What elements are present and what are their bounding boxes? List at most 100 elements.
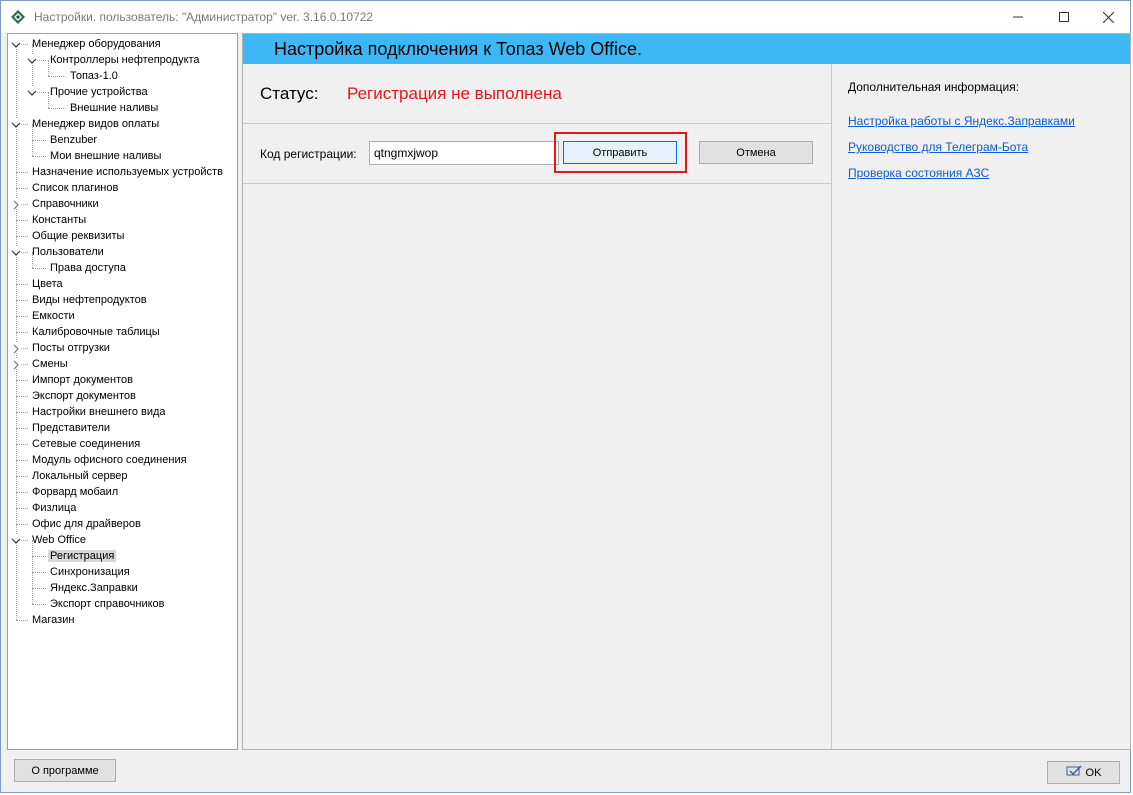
- chevron-right-icon[interactable]: [11, 199, 20, 210]
- link-yandex-settings[interactable]: Настройка работы с Яндекс.Заправками: [848, 114, 1075, 128]
- tree-connector: [48, 76, 66, 77]
- tree-item-label: Экспорт документов: [32, 390, 136, 402]
- settings-tree[interactable]: Менеджер оборудования Контроллеры нефтепр…: [7, 33, 238, 750]
- tree-item-label: Права доступа: [50, 262, 126, 274]
- tree-item-label: Менеджер видов оплаты: [32, 118, 160, 130]
- main-panel: Настройка подключения к Топаз Web Office…: [242, 33, 1131, 750]
- tree-item[interactable]: Емкости: [30, 308, 77, 324]
- chevron-down-icon[interactable]: [27, 87, 37, 96]
- tree-item[interactable]: Константы: [30, 212, 88, 228]
- tree-item[interactable]: Импорт документов: [30, 372, 135, 388]
- tree-item[interactable]: Экспорт документов: [30, 388, 138, 404]
- tree-connector: [16, 444, 28, 445]
- tree-connector: [32, 556, 46, 557]
- tree-item[interactable]: Web Office: [30, 532, 88, 548]
- tree-item-label: Менеджер оборудования: [32, 38, 161, 50]
- tree-item[interactable]: Список плагинов: [30, 180, 120, 196]
- tree-item[interactable]: Виды нефтепродуктов: [30, 292, 149, 308]
- tree-item-label: Синхронизация: [50, 566, 130, 578]
- panel-header-title: Настройка подключения к Топаз Web Office…: [274, 39, 642, 59]
- tree-item-label: Офис для драйверов: [32, 518, 141, 530]
- tree-item[interactable]: Контроллеры нефтепродукта: [48, 52, 202, 68]
- chevron-down-icon[interactable]: [11, 119, 21, 128]
- tree-item-label: Цвета: [32, 278, 63, 290]
- link-telegram-guide[interactable]: Руководство для Телеграм-Бота: [848, 140, 1028, 154]
- tree-connector: [32, 588, 46, 589]
- tree-item[interactable]: Представители: [30, 420, 112, 436]
- registration-panel: Статус: Регистрация не выполнена Код рег…: [243, 64, 832, 749]
- chevron-right-icon[interactable]: [11, 343, 20, 354]
- tree-item[interactable]: Посты отгрузки: [30, 340, 112, 356]
- tree-item[interactable]: Форвард мобаил: [30, 484, 120, 500]
- tree-connector: [16, 508, 28, 509]
- tree-item[interactable]: Регистрация: [48, 548, 117, 564]
- minimize-button[interactable]: [995, 1, 1041, 33]
- tree-item-label: Локальный сервер: [32, 470, 128, 482]
- tree-item-label: Пользователи: [32, 246, 104, 258]
- tree-item[interactable]: Магазин: [30, 612, 76, 628]
- tree-item[interactable]: Внешние наливы: [68, 100, 160, 116]
- tree-item-label: Емкости: [32, 310, 75, 322]
- about-button[interactable]: О программе: [14, 759, 116, 782]
- registration-row: Код регистрации: Отправить Отмена: [243, 124, 831, 184]
- tree-connector: [32, 156, 46, 157]
- tree-item[interactable]: Яндекс.Заправки: [48, 580, 140, 596]
- tree-item[interactable]: Пользователи: [30, 244, 106, 260]
- tree-item[interactable]: Справочники: [30, 196, 101, 212]
- tree-item[interactable]: Сетевые соединения: [30, 436, 142, 452]
- registration-code-input[interactable]: [369, 141, 559, 165]
- tree-item[interactable]: Мои внешние наливы: [48, 148, 163, 164]
- tree-item[interactable]: Физлица: [30, 500, 78, 516]
- registration-code-label: Код регистрации:: [260, 147, 357, 161]
- info-title: Дополнительная информация:: [848, 80, 1020, 94]
- tree-item-label: Физлица: [32, 502, 77, 514]
- tree-item[interactable]: Смены: [30, 356, 70, 372]
- tree-item[interactable]: Прочие устройства: [48, 84, 150, 100]
- tree-item[interactable]: Назначение используемых устройств: [30, 164, 225, 180]
- tree-item[interactable]: Цвета: [30, 276, 65, 292]
- tree-item-label: Представители: [32, 422, 111, 434]
- tree-item[interactable]: Локальный сервер: [30, 468, 130, 484]
- tree-item[interactable]: Менеджер видов оплаты: [30, 116, 161, 132]
- tree-item[interactable]: Офис для драйверов: [30, 516, 143, 532]
- tree-connector: [16, 220, 28, 221]
- tree-item-label: Смены: [32, 358, 68, 370]
- chevron-right-icon[interactable]: [11, 359, 20, 370]
- tree-item[interactable]: Модуль офисного соединения: [30, 452, 189, 468]
- tree-item[interactable]: Топаз-1.0: [68, 68, 120, 84]
- ok-button[interactable]: OK: [1047, 761, 1120, 784]
- settings-window: Настройки. пользователь: "Администратор"…: [0, 0, 1131, 793]
- tree-item[interactable]: Экспорт справочников: [48, 596, 167, 612]
- tree-item-label: Настройки внешнего вида: [32, 406, 166, 418]
- status-row: Статус: Регистрация не выполнена: [243, 64, 831, 124]
- title-bar: Настройки. пользователь: "Администратор"…: [1, 1, 1130, 33]
- tree-item[interactable]: Настройки внешнего вида: [30, 404, 168, 420]
- send-button[interactable]: Отправить: [563, 141, 677, 164]
- link-station-check[interactable]: Проверка состояния АЗС: [848, 166, 989, 180]
- tree-connector: [32, 604, 46, 605]
- chevron-down-icon[interactable]: [11, 247, 21, 256]
- tree-item-label: Общие реквизиты: [32, 230, 125, 242]
- maximize-button[interactable]: [1041, 1, 1087, 33]
- ok-label: OK: [1085, 766, 1102, 779]
- tree-item-label: Виды нефтепродуктов: [32, 294, 147, 306]
- tree-item-label: Прочие устройства: [50, 86, 148, 98]
- info-panel: Дополнительная информация: Настройка раб…: [832, 64, 1130, 749]
- close-button[interactable]: [1085, 1, 1131, 33]
- chevron-down-icon[interactable]: [11, 535, 21, 544]
- chevron-down-icon[interactable]: [11, 39, 21, 48]
- tree-item[interactable]: Общие реквизиты: [30, 228, 126, 244]
- window-title: Настройки. пользователь: "Администратор"…: [34, 10, 374, 24]
- tree-item[interactable]: Benzuber: [48, 132, 99, 148]
- tree-connector: [16, 492, 28, 493]
- chevron-down-icon[interactable]: [27, 55, 37, 64]
- tree-item[interactable]: Синхронизация: [48, 564, 132, 580]
- tree-item-label: Список плагинов: [32, 182, 119, 194]
- tree-item[interactable]: Менеджер оборудования: [30, 36, 163, 52]
- tree-item[interactable]: Права доступа: [48, 260, 128, 276]
- tree-connector: [16, 380, 28, 381]
- status-label: Статус:: [260, 84, 319, 103]
- tree-item[interactable]: Калибровочные таблицы: [30, 324, 162, 340]
- cancel-button[interactable]: Отмена: [699, 141, 813, 164]
- tree-connector: [16, 460, 28, 461]
